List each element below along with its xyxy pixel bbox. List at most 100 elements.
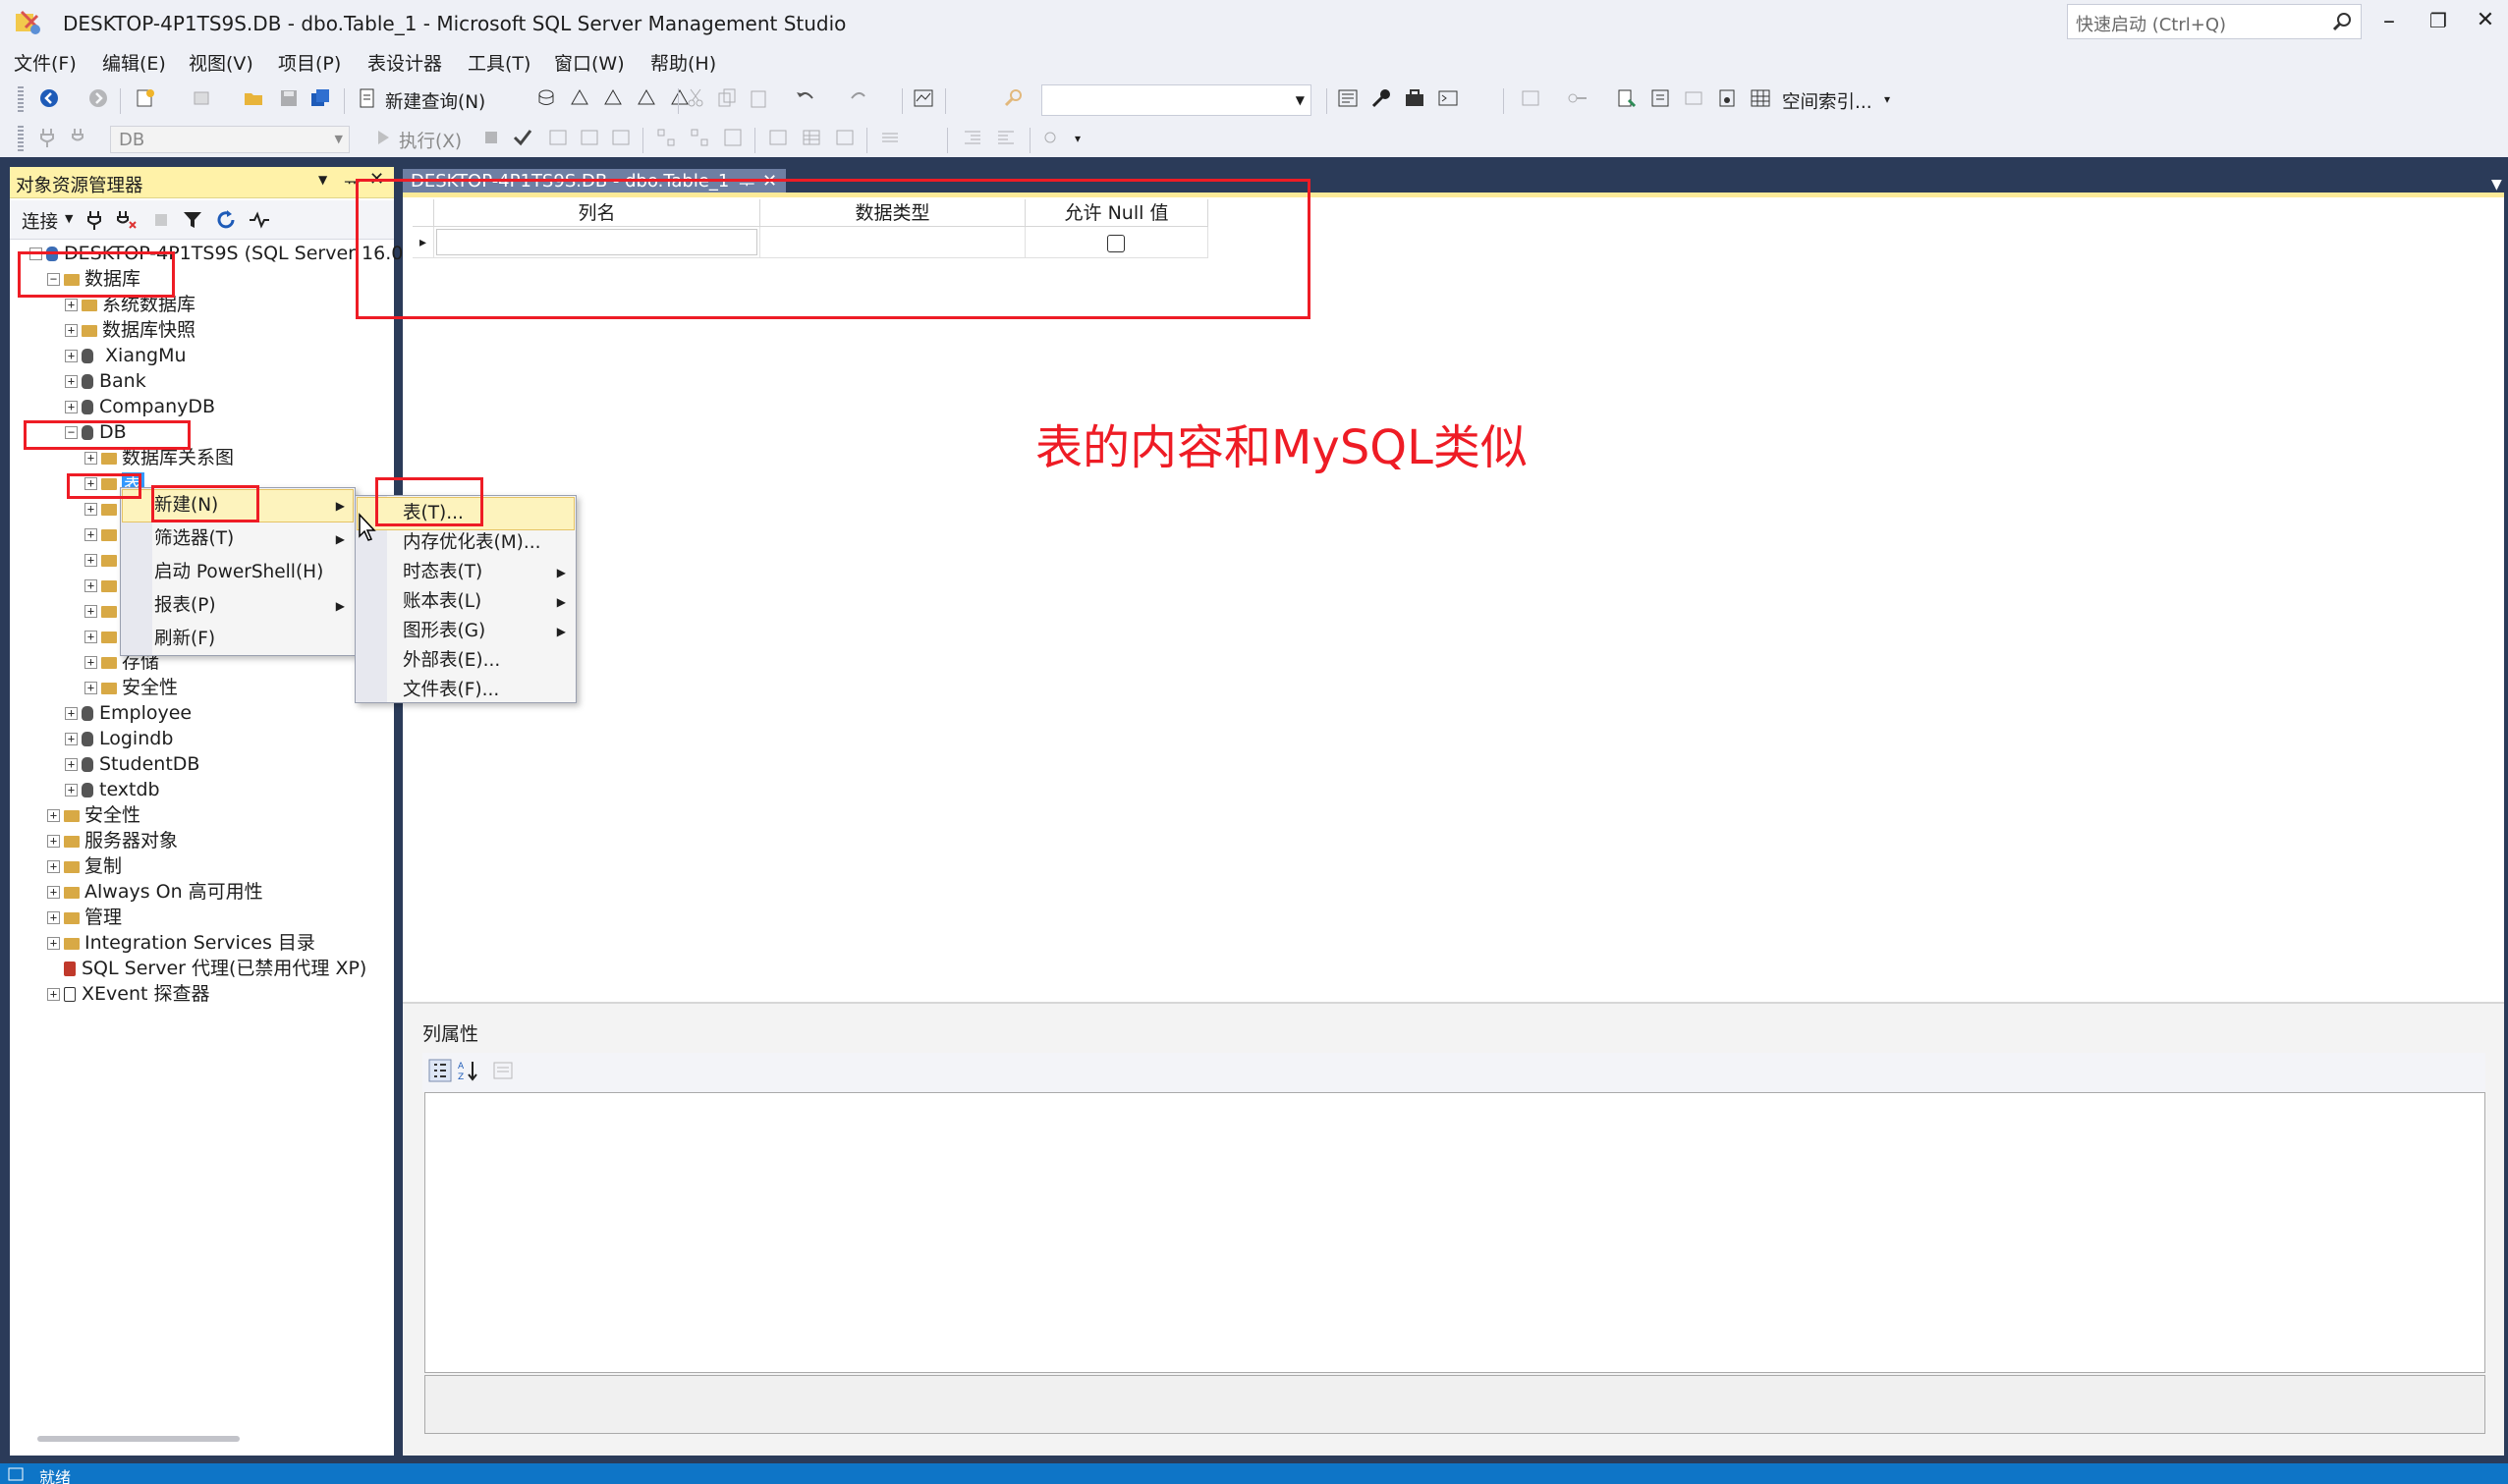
sort-alphabetical-icon[interactable]: AZ <box>456 1059 479 1082</box>
expand-icon[interactable]: + <box>84 503 97 516</box>
close-window-button[interactable]: ✕ <box>2464 6 2507 35</box>
spatial-index-button[interactable]: 空间索引... <box>1782 88 1872 114</box>
menu-file[interactable]: 文件(F) <box>14 49 77 76</box>
filter-icon[interactable] <box>181 208 204 232</box>
tree-node[interactable]: + textdb <box>65 777 160 802</box>
results-grid-icon[interactable] <box>800 126 823 149</box>
menu-item[interactable]: 内存优化表(M)... <box>358 527 574 559</box>
tab-list-dropdown-icon[interactable]: ▼ <box>2491 177 2502 192</box>
expand-icon[interactable]: + <box>65 707 78 720</box>
expand-icon[interactable]: + <box>47 911 60 924</box>
redo-icon[interactable] <box>847 86 870 110</box>
database-select[interactable]: DB ▼ <box>110 126 350 153</box>
quick-launch-input[interactable]: 快速启动 (Ctrl+Q) <box>2067 4 2362 39</box>
menu-window[interactable]: 窗口(W) <box>554 49 625 76</box>
comment-icon[interactable] <box>878 126 902 149</box>
tree-node[interactable]: SQL Server 代理(已禁用代理 XP) <box>47 956 366 981</box>
expand-icon[interactable]: + <box>47 860 60 873</box>
tree-node[interactable]: + Always On 高可用性 <box>47 879 263 905</box>
analysis-dmx-query-icon[interactable] <box>601 86 625 110</box>
expand-icon[interactable]: + <box>84 554 97 567</box>
expand-icon[interactable]: + <box>65 758 78 771</box>
maximize-button[interactable]: ❐ <box>2417 6 2460 35</box>
relationships-key-icon[interactable] <box>1566 86 1589 110</box>
categorized-icon[interactable] <box>428 1059 452 1082</box>
indent-icon[interactable] <box>961 126 984 149</box>
menu-item[interactable]: 报表(P) ▶ <box>123 590 353 622</box>
menu-item[interactable]: 刷新(F) <box>123 624 353 655</box>
new-project-icon[interactable] <box>134 86 157 110</box>
spatial-index-icon[interactable] <box>1749 86 1772 110</box>
parse-check-icon[interactable] <box>511 126 534 149</box>
menu-tools[interactable]: 工具(T) <box>468 49 530 76</box>
find-icon[interactable] <box>1002 86 1026 110</box>
menu-item[interactable]: 文件表(F)... <box>358 675 574 706</box>
toolbar-grip[interactable] <box>18 126 24 153</box>
menu-item[interactable]: 筛选器(T) ▶ <box>123 523 353 555</box>
connect-button[interactable]: 连接 <box>22 208 58 234</box>
save-icon[interactable] <box>277 86 301 110</box>
execute-button[interactable]: 执行(X) <box>399 128 462 153</box>
cut-icon[interactable] <box>684 86 707 110</box>
stop-icon[interactable] <box>149 208 173 232</box>
forward-icon[interactable] <box>86 86 110 110</box>
expand-icon[interactable]: + <box>65 324 78 337</box>
tree-node[interactable]: + 服务器对象 <box>47 828 178 853</box>
tree-node[interactable]: + 安全性 <box>84 675 178 700</box>
expand-icon[interactable]: + <box>65 350 78 362</box>
search-icon[interactable] <box>2331 9 2355 34</box>
expand-icon[interactable]: + <box>47 988 60 1001</box>
undo-icon[interactable] <box>794 86 817 110</box>
tree-node[interactable]: + 管理 <box>47 905 122 930</box>
tree-node[interactable]: + Logindb <box>65 726 173 751</box>
new-query-button[interactable]: 新建查询(N) <box>385 88 485 114</box>
results-text-icon[interactable] <box>766 126 790 149</box>
generate-change-script-icon[interactable] <box>1615 86 1639 110</box>
properties-wrench-icon[interactable] <box>1369 86 1393 110</box>
tree-node[interactable]: + CompanyDB <box>65 394 215 419</box>
intellisense-icon[interactable] <box>609 126 633 149</box>
expand-icon[interactable]: + <box>65 784 78 797</box>
expand-icon[interactable]: + <box>84 528 97 541</box>
chevron-down-icon[interactable]: ▼ <box>65 212 73 225</box>
execute-play-icon[interactable] <box>371 126 395 149</box>
expand-icon[interactable]: + <box>47 937 60 950</box>
panel-dropdown-icon[interactable]: ▼ <box>318 173 327 187</box>
menu-project[interactable]: 项目(P) <box>278 49 341 76</box>
xml-index-icon[interactable] <box>1715 86 1739 110</box>
query-options-icon[interactable] <box>578 126 601 149</box>
refresh-icon[interactable] <box>214 208 238 232</box>
expand-icon[interactable]: + <box>65 299 78 311</box>
solution-explorer-icon[interactable] <box>1336 86 1360 110</box>
outdent-icon[interactable] <box>994 126 1018 149</box>
property-pages-icon[interactable] <box>491 1059 515 1082</box>
chevron-down-icon[interactable]: ▼ <box>1296 93 1305 107</box>
menu-help[interactable]: 帮助(H) <box>650 49 716 76</box>
expand-icon[interactable]: + <box>65 375 78 388</box>
save-all-icon[interactable] <box>308 86 332 110</box>
menu-item[interactable]: 外部表(E)... <box>358 645 574 677</box>
back-icon[interactable] <box>37 86 61 110</box>
expand-icon[interactable]: + <box>84 631 97 643</box>
tree-node[interactable]: + Integration Services 目录 <box>47 930 315 956</box>
add-item-icon[interactable] <box>191 86 214 110</box>
include-plan-icon[interactable] <box>654 126 678 149</box>
menu-table-designer[interactable]: 表设计器 <box>367 49 442 76</box>
expand-icon[interactable]: + <box>65 733 78 745</box>
tree-node[interactable]: + Bank <box>65 368 146 394</box>
menu-item[interactable]: 图形表(G) ▶ <box>358 616 574 647</box>
expand-icon[interactable]: + <box>84 452 97 465</box>
analysis-mdx-query-icon[interactable] <box>568 86 591 110</box>
menu-item[interactable]: 时态表(T) ▶ <box>358 557 574 588</box>
new-query-icon[interactable] <box>356 86 379 110</box>
toolbar-overflow-icon[interactable]: ▾ <box>1884 92 1890 106</box>
display-plan-icon[interactable] <box>546 126 570 149</box>
analysis-xmla-query-icon[interactable] <box>635 86 658 110</box>
activity-monitor-icon[interactable] <box>248 208 271 232</box>
tree-node[interactable]: + Employee <box>65 700 192 726</box>
menu-item[interactable]: 账本表(L) ▶ <box>358 586 574 618</box>
expand-icon[interactable]: + <box>47 886 60 899</box>
disconnect-icon[interactable] <box>114 208 138 232</box>
toolbar-overflow-icon[interactable]: ▾ <box>1075 132 1081 145</box>
paste-icon[interactable] <box>747 86 770 110</box>
